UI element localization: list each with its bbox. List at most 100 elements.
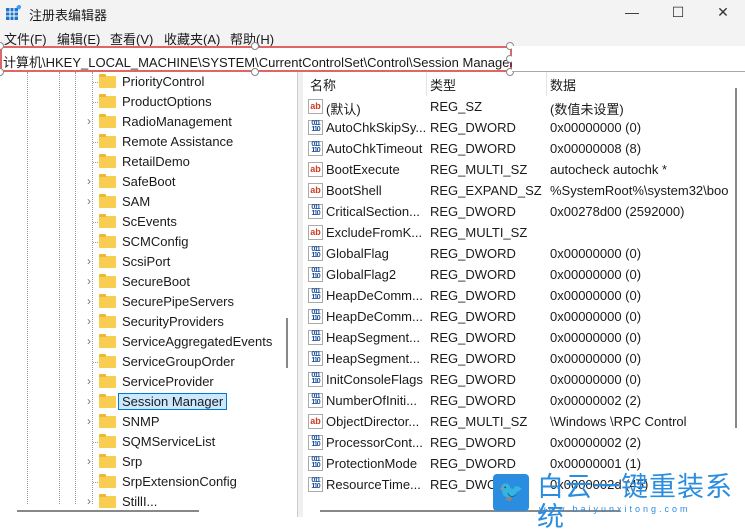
tree-item[interactable]: › SAM (0, 192, 280, 212)
value-row[interactable]: ab ExcludeFromK... REG_MULTI_SZ (303, 222, 733, 243)
column-header-data[interactable]: 数据 (550, 75, 576, 94)
folder-icon (99, 174, 116, 188)
value-data: 0x00278d00 (2592000) (550, 204, 685, 219)
minimize-button[interactable]: — (609, 0, 655, 26)
binary-value-icon: 011 110 (308, 246, 323, 261)
chevron-right-icon[interactable]: › (87, 454, 91, 468)
value-name: AutoChkSkipSy... (326, 120, 426, 135)
tree-item[interactable]: PriorityControl (0, 72, 280, 92)
value-row[interactable]: 011 110 NumberOfIniti... REG_DWORD 0x0000000… (303, 390, 733, 411)
value-row[interactable]: 011 110 InitConsoleFlags REG_DWORD 0x0000000… (303, 369, 733, 390)
value-name: ResourceTime... (326, 477, 421, 492)
column-header-name[interactable]: 名称 (310, 75, 336, 94)
chevron-right-icon[interactable]: › (87, 274, 91, 288)
tree-item[interactable]: › SafeBoot (0, 172, 280, 192)
tree-item[interactable]: SrpExtensionConfig (0, 472, 280, 492)
value-row[interactable]: 011 110 CriticalSection... REG_DWORD 0x00278… (303, 201, 733, 222)
folder-icon (99, 334, 116, 348)
folder-icon (99, 74, 116, 88)
list-vertical-scrollbar[interactable] (735, 88, 737, 428)
close-button[interactable]: ✕ (700, 0, 745, 26)
value-row[interactable]: ab BootExecute REG_MULTI_SZ autocheck autoc… (303, 159, 733, 180)
tree-item[interactable]: › SecureBoot (0, 272, 280, 292)
chevron-right-icon[interactable]: › (87, 114, 91, 128)
tree-item[interactable]: › RadioManagement (0, 112, 280, 132)
value-row[interactable]: 011 110 GlobalFlag2 REG_DWORD 0x00000000 (0) (303, 264, 733, 285)
value-row[interactable]: 011 110 HeapDeComm... REG_DWORD 0x00000000 (… (303, 285, 733, 306)
value-row[interactable]: 011 110 AutoChkSkipSy... REG_DWORD 0x0000000… (303, 117, 733, 138)
binary-value-icon: 011 110 (308, 435, 323, 450)
tree-horizontal-scrollbar[interactable] (17, 510, 199, 512)
tree-item[interactable]: SCMConfig (0, 232, 280, 252)
value-data: %SystemRoot%\system32\boo (550, 183, 729, 198)
tree-item[interactable]: › ScsiPort (0, 252, 280, 272)
chevron-right-icon[interactable]: › (87, 314, 91, 328)
address-path[interactable]: 计算机\HKEY_LOCAL_MACHINE\SYSTEM\CurrentCon… (3, 52, 514, 71)
binary-value-icon: 011 110 (308, 267, 323, 282)
chevron-right-icon[interactable]: › (87, 174, 91, 188)
tree-item[interactable]: › SNMP (0, 412, 280, 432)
tree-item[interactable]: ScEvents (0, 212, 280, 232)
value-data: \Windows \RPC Control (550, 414, 687, 429)
chevron-right-icon[interactable]: › (87, 494, 91, 508)
tree-connector (93, 102, 98, 103)
folder-icon (99, 454, 116, 468)
column-divider[interactable] (546, 72, 547, 96)
value-row[interactable]: 011 110 GlobalFlag REG_DWORD 0x00000000 (0) (303, 243, 733, 264)
tree-item-label: SAM (122, 194, 151, 209)
tree-item[interactable]: Remote Assistance (0, 132, 280, 152)
binary-value-icon: 011 110 (308, 288, 323, 303)
value-row[interactable]: 011 110 ProcessorCont... REG_DWORD 0x0000000… (303, 432, 733, 453)
value-type: REG_DWORD (430, 435, 516, 450)
column-divider[interactable] (426, 72, 427, 96)
bird-icon: 🐦 (493, 474, 529, 511)
chevron-right-icon[interactable]: › (87, 194, 91, 208)
string-value-icon: ab (308, 183, 323, 198)
value-row[interactable]: 011 110 AutoChkTimeout REG_DWORD 0x00000008 … (303, 138, 733, 159)
value-row[interactable]: 011 110 ProtectionMode REG_DWORD 0x00000001 … (303, 453, 733, 474)
tree-item[interactable]: › ServiceProvider (0, 372, 280, 392)
tree-item[interactable]: ProductOptions (0, 92, 280, 112)
tree-connector (93, 142, 98, 143)
tree-item[interactable]: › ServiceAggregatedEvents (0, 332, 280, 352)
maximize-button[interactable]: ☐ (655, 0, 701, 26)
tree-item[interactable]: › Session Manager (0, 392, 280, 412)
value-row[interactable]: 011 110 HeapSegment... REG_DWORD 0x00000000 … (303, 327, 733, 348)
chevron-right-icon[interactable]: › (87, 394, 91, 408)
folder-icon (99, 294, 116, 308)
tree-item[interactable]: › Srp (0, 452, 280, 472)
folder-icon (99, 314, 116, 328)
tree-item[interactable]: › StillI... (0, 492, 280, 512)
tree-item-label: SrpExtensionConfig (122, 474, 237, 489)
value-type: REG_DWORD (430, 141, 516, 156)
value-row[interactable]: 011 110 HeapDeComm... REG_DWORD 0x00000000 (… (303, 306, 733, 327)
tree-item-label: ProductOptions (122, 94, 212, 109)
binary-value-icon: 011 110 (308, 372, 323, 387)
tree-vertical-scrollbar[interactable] (286, 318, 288, 368)
tree-item[interactable]: ServiceGroupOrder (0, 352, 280, 372)
tree-item[interactable]: › SecurePipeServers (0, 292, 280, 312)
values-list: 名称 类型 数据 ab (默认) REG_SZ (数值未设置) 011 110 AutoCh… (303, 72, 745, 517)
binary-value-icon: 011 110 (308, 120, 323, 135)
value-row[interactable]: 011 110 HeapSegment... REG_DWORD 0x00000000 … (303, 348, 733, 369)
chevron-right-icon[interactable]: › (87, 374, 91, 388)
chevron-right-icon[interactable]: › (87, 334, 91, 348)
chevron-right-icon[interactable]: › (87, 254, 91, 268)
value-row[interactable]: ab ObjectDirector... REG_MULTI_SZ \Windows … (303, 411, 733, 432)
binary-value-icon: 011 110 (308, 477, 323, 492)
value-type: REG_DWORD (430, 204, 516, 219)
value-row[interactable]: ab BootShell REG_EXPAND_SZ %SystemRoot%\sys… (303, 180, 733, 201)
tree-item-label: SNMP (122, 414, 160, 429)
key-tree: PriorityControl ProductOptions › RadioManag… (0, 72, 298, 517)
tree-item[interactable]: RetailDemo (0, 152, 280, 172)
chevron-right-icon[interactable]: › (87, 414, 91, 428)
value-type: REG_DWORD (430, 246, 516, 261)
tree-item[interactable]: › SecurityProviders (0, 312, 280, 332)
column-header-type[interactable]: 类型 (430, 75, 456, 94)
value-name: GlobalFlag2 (326, 267, 397, 282)
window-title: 注册表编辑器 (29, 8, 108, 23)
tree-item[interactable]: SQMServiceList (0, 432, 280, 452)
chevron-right-icon[interactable]: › (87, 294, 91, 308)
value-name: BootExecute (326, 162, 400, 177)
value-row[interactable]: ab (默认) REG_SZ (数值未设置) (303, 96, 733, 117)
